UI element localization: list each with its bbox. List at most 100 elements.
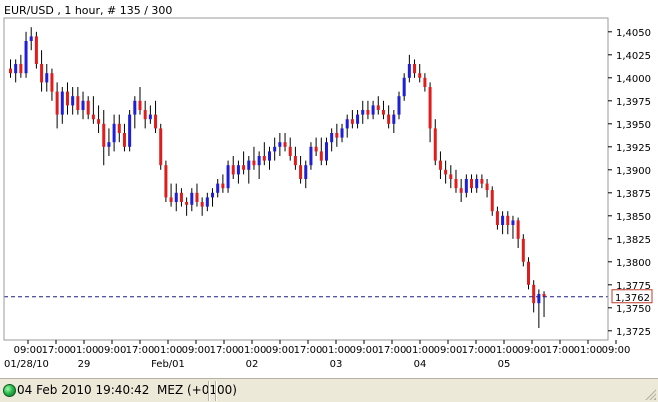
candle-body	[459, 188, 463, 193]
candle-body	[309, 146, 313, 166]
candle-body	[356, 114, 360, 124]
candle-body	[495, 211, 499, 225]
candle-body	[490, 190, 494, 212]
candle-body	[413, 64, 417, 74]
x-tick-label: 17:00	[462, 345, 491, 356]
x-tick-label: 17:00	[546, 345, 575, 356]
candle-body	[169, 197, 173, 202]
candle-body	[278, 142, 282, 147]
x-tick-label: 01:00	[574, 345, 603, 356]
candle-body	[454, 179, 458, 189]
candle-body	[475, 179, 479, 189]
y-tick-label: 1,3900	[616, 166, 651, 177]
candle-body	[71, 96, 75, 106]
candle-body	[29, 36, 33, 41]
candle-body	[40, 64, 44, 83]
y-tick-label: 1,4000	[616, 74, 651, 85]
candle-body	[102, 123, 106, 147]
x-date-label: Feb/01	[151, 359, 185, 370]
x-tick-label: 09:00	[266, 345, 295, 356]
x-date-label: 01/28/10	[4, 359, 49, 370]
candle-body	[288, 146, 292, 156]
candle-body	[537, 294, 541, 304]
candle-body	[262, 156, 266, 161]
y-tick-label: 1,3950	[616, 120, 651, 131]
status-datetime: 04 Feb 2010 19:40:42 MEZ (+0100)	[17, 383, 237, 397]
candle-body	[148, 114, 152, 120]
x-tick-label: 09:00	[350, 345, 379, 356]
x-tick-label: 01:00	[406, 345, 435, 356]
candle-body	[314, 146, 318, 152]
x-date-label: 04	[414, 359, 427, 370]
candle-body	[45, 73, 49, 83]
candle-body	[387, 114, 391, 124]
x-tick-label: 17:00	[294, 345, 323, 356]
candle-body	[330, 133, 334, 143]
candle-body	[226, 165, 230, 189]
candle-body	[24, 41, 28, 74]
status-separator	[208, 381, 210, 401]
candle-body	[76, 96, 80, 110]
x-date-label: 02	[246, 359, 259, 370]
x-tick-label: 09:00	[182, 345, 211, 356]
x-tick-label: 09:00	[518, 345, 547, 356]
candle-body	[60, 91, 64, 115]
candle-body	[164, 165, 168, 198]
x-date-label: 05	[498, 359, 511, 370]
x-tick-label: 09:00	[602, 345, 631, 356]
candle-body	[236, 165, 240, 175]
candle-body	[350, 119, 354, 124]
candle-body	[185, 202, 189, 205]
candle-body	[268, 151, 271, 161]
chart-title: EUR/USD , 1 hour, # 135 / 300	[4, 4, 172, 17]
x-date-label: 03	[330, 359, 343, 370]
candle-body	[464, 179, 468, 193]
candle-body	[324, 142, 328, 161]
candle-body	[211, 192, 215, 198]
candle-body	[86, 100, 90, 115]
x-tick-label: 01:00	[238, 345, 267, 356]
candle-body	[273, 146, 277, 152]
x-tick-label: 17:00	[378, 345, 407, 356]
y-tick-label: 1,3925	[616, 143, 651, 154]
candle-body	[392, 114, 396, 124]
x-tick-label: 09:00	[14, 345, 43, 356]
axis-layer: 1,4050 1,4025 1,4000 1,3975 1,3950 1,3925 1,39…	[3, 17, 653, 370]
candle-body	[304, 165, 308, 179]
candlestick-chart[interactable]: 1,4050 1,4025 1,4000 1,3975 1,3950 1,3925 1,39…	[0, 0, 658, 378]
candle-body	[174, 192, 178, 202]
candle-body	[122, 133, 126, 147]
candle-body	[397, 96, 401, 115]
x-tick-label: 01:00	[154, 345, 183, 356]
x-tick-label: 01:00	[70, 345, 99, 356]
candle-body	[143, 110, 147, 120]
candle-body	[340, 128, 344, 138]
candle-body	[14, 64, 18, 74]
current-price-label: 1,3762	[615, 293, 650, 304]
candle-body	[257, 156, 261, 166]
y-tick-label: 1,4050	[616, 28, 651, 39]
candle-body	[34, 36, 38, 64]
candle-body	[371, 105, 375, 115]
candle-body	[485, 183, 489, 191]
candle-body	[65, 91, 69, 106]
candle-body	[407, 64, 411, 78]
x-date-label: 29	[78, 359, 91, 370]
y-tick-label: 1,3825	[616, 235, 651, 246]
candle-body	[195, 192, 199, 202]
resize-grip-icon[interactable]	[644, 388, 656, 400]
candle-body	[506, 215, 510, 225]
candle-body	[97, 119, 101, 124]
candle-body	[449, 174, 453, 179]
candle-body	[376, 105, 380, 110]
candle-body	[55, 91, 59, 115]
candle-body	[179, 192, 183, 202]
x-tick-label: 01:00	[322, 345, 351, 356]
candle-body	[159, 128, 163, 166]
candle-body	[205, 197, 209, 207]
plot-layer	[4, 27, 608, 329]
candle-body	[231, 165, 235, 175]
chart-area[interactable]: 1,4050 1,4025 1,4000 1,3975 1,3950 1,3925 1,39…	[0, 0, 658, 378]
x-tick-label: 17:00	[210, 345, 239, 356]
y-tick-label: 1,3850	[616, 212, 651, 223]
